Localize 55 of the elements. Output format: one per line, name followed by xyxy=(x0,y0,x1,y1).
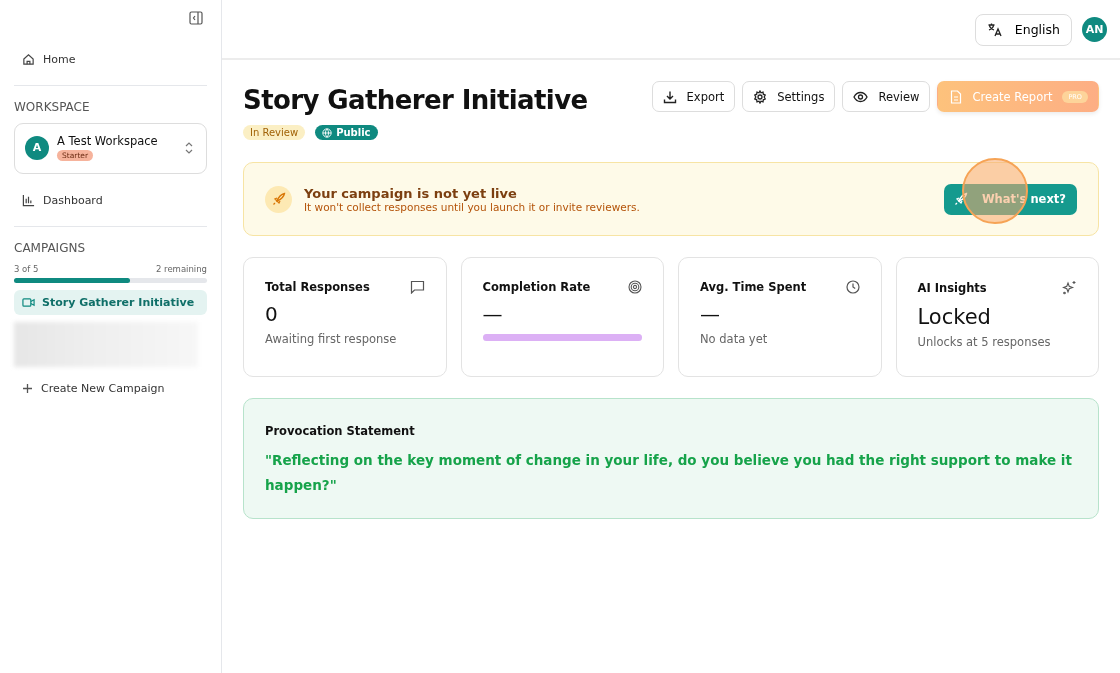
globe-icon xyxy=(322,127,333,138)
workspace-avatar: A xyxy=(25,135,49,160)
usage-count: 3 of 5 xyxy=(14,264,39,274)
provocation-label: Provocation Statement xyxy=(265,424,416,438)
notice-title: Your campaign is not yet live xyxy=(304,185,518,201)
campaign-title: Story Gatherer Initiative xyxy=(243,84,588,117)
target-icon xyxy=(628,280,642,294)
translate-icon xyxy=(986,21,1003,38)
button-label: Export xyxy=(686,89,725,104)
home-icon xyxy=(22,52,35,66)
export-button[interactable]: Export xyxy=(651,81,736,112)
stat-value: Locked xyxy=(917,305,992,329)
download-icon xyxy=(662,89,677,104)
rocket-icon xyxy=(953,192,968,206)
chat-icon xyxy=(409,280,425,294)
home-link[interactable]: Home xyxy=(14,45,207,73)
notice-text: It won't collect responses until you launch it or invite reviewers. xyxy=(304,200,641,213)
button-label: Settings xyxy=(777,89,825,104)
video-icon xyxy=(22,297,35,308)
section-heading: WORKSPACE xyxy=(14,100,91,114)
review-button[interactable]: Review xyxy=(842,81,931,112)
workspace-name: A Test Workspace xyxy=(57,134,158,148)
create-campaign-link[interactable]: Create New Campaign xyxy=(14,374,207,402)
document-icon xyxy=(950,89,963,104)
stat-value: — xyxy=(700,302,721,326)
stat-value: — xyxy=(482,302,504,326)
sparkles-icon xyxy=(1062,280,1077,295)
button-label: Create Report xyxy=(972,89,1053,104)
language-button[interactable]: English xyxy=(974,13,1072,46)
plus-icon xyxy=(22,382,33,394)
stat-title: Total Responses xyxy=(265,280,370,294)
campaign-item[interactable]: Story Gatherer Initiative xyxy=(14,290,207,315)
stat-note: No data yet xyxy=(700,332,769,346)
stat-note: Unlocks at 5 responses xyxy=(917,335,1052,349)
gear-icon xyxy=(753,89,768,104)
chevron-updown-icon xyxy=(184,140,194,155)
settings-button[interactable]: Settings xyxy=(742,81,836,112)
section-heading: CAMPAIGNS xyxy=(14,241,87,255)
stat-title: Completion Rate xyxy=(482,280,591,294)
sidebar-collapse-icon[interactable] xyxy=(189,11,203,25)
button-label: Review xyxy=(878,89,920,104)
provocation-text: "Reflecting on the key moment of change in your life, do you believe you had the right support to make it happen?" xyxy=(265,451,1073,495)
clock-icon xyxy=(845,280,860,294)
visibility-badge: Public xyxy=(315,125,378,140)
stat-title: AI Insights xyxy=(917,280,987,295)
usage-remaining: 2 remaining xyxy=(155,264,207,274)
bar-chart-icon xyxy=(22,193,35,207)
eye-icon xyxy=(853,90,869,103)
dashboard-link[interactable]: Dashboard xyxy=(14,186,207,214)
stat-note: Awaiting first response xyxy=(265,332,398,346)
stat-title: Avg. Time Spent xyxy=(700,280,807,294)
rocket-icon xyxy=(265,185,292,213)
stat-value: 0 xyxy=(265,302,279,326)
user-avatar[interactable]: AN xyxy=(1082,16,1107,42)
status-badge: In Review xyxy=(243,125,306,140)
